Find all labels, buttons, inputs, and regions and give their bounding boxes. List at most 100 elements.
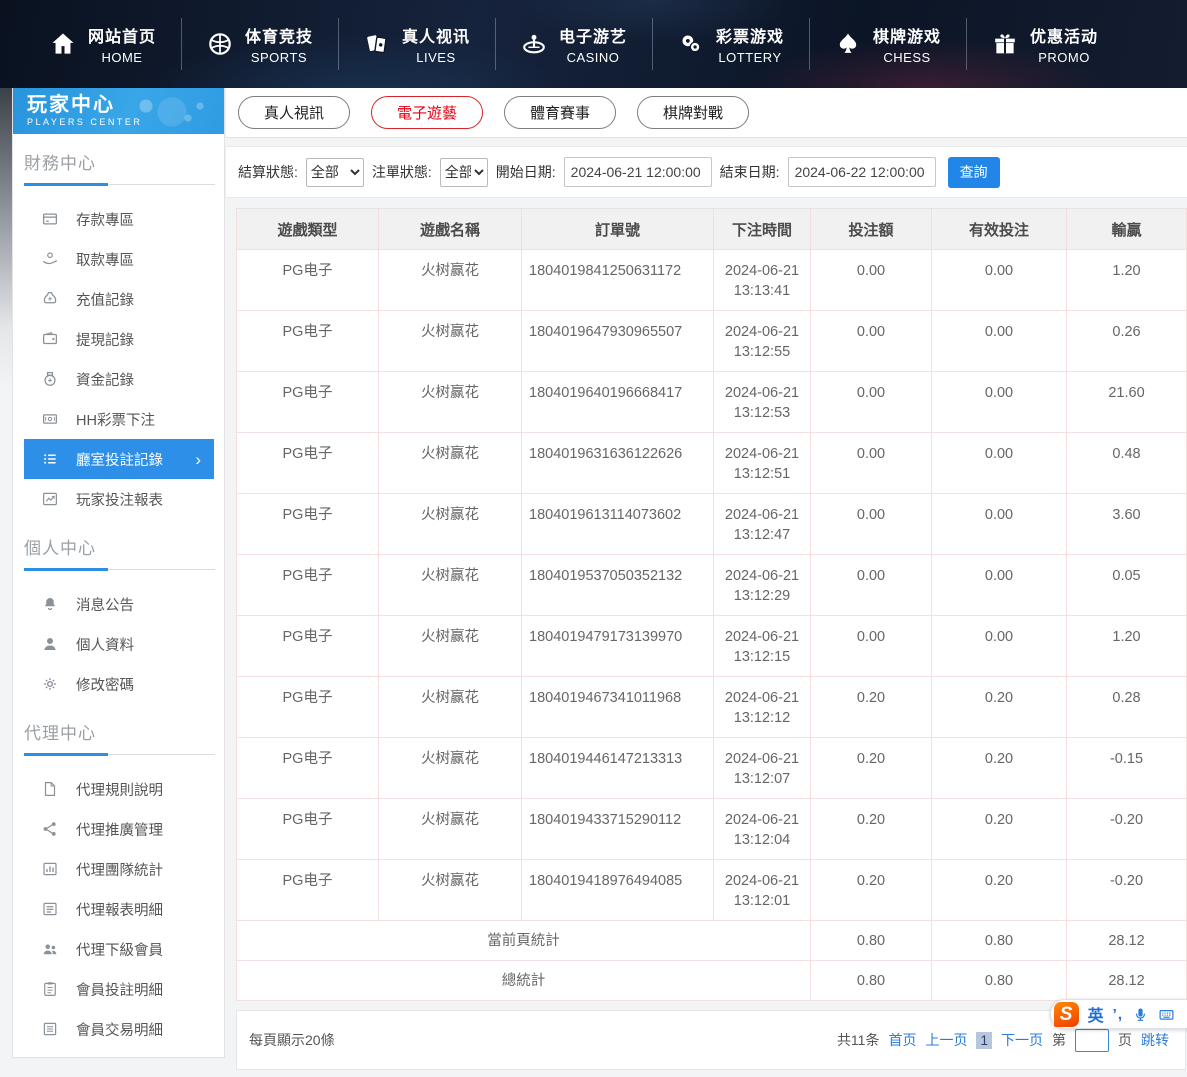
sidebar-item-profile[interactable]: 個人資料 bbox=[24, 624, 214, 664]
cell-valid-bet: 0.00 bbox=[932, 372, 1067, 433]
column-header-win-loss: 輸贏 bbox=[1067, 209, 1187, 250]
order-status-label: 注單狀態: bbox=[372, 162, 432, 182]
cell-bet-amount: 0.00 bbox=[811, 433, 932, 494]
nav-item-lives[interactable]: 真人视讯LIVES bbox=[338, 0, 495, 88]
cell-bet-time: 2024-06-21 13:13:41 bbox=[714, 250, 811, 311]
cell-order-no: 1804019631636122626 bbox=[522, 433, 714, 494]
nav-item-sports[interactable]: 体育竞技 SPORTS bbox=[181, 0, 338, 88]
summary-valid-bet: 0.80 bbox=[932, 961, 1067, 1001]
sidebar-section-2: 代理中心代理規則說明代理推廣管理代理團隊統計代理報表明細代理下級會員會員投註明細… bbox=[13, 719, 224, 1049]
cell-order-no: 1804019479173139970 bbox=[522, 616, 714, 677]
ime-punctuation-toggle[interactable]: ’, bbox=[1113, 1006, 1123, 1023]
tab-electronic-games[interactable]: 電子遊藝 bbox=[371, 96, 483, 129]
sidebar-item-agent-team-stats[interactable]: 代理團隊統計 bbox=[24, 849, 214, 889]
prev-page-link[interactable]: 上一页 bbox=[925, 1030, 967, 1050]
sidebar-item-agent-report-detail[interactable]: 代理報表明細 bbox=[24, 889, 214, 929]
nav-label-zh: 体育竞技 bbox=[245, 23, 313, 47]
sogou-logo-icon[interactable]: S bbox=[1054, 1002, 1079, 1027]
member-trans-icon bbox=[41, 1020, 59, 1038]
end-date-input[interactable] bbox=[788, 157, 936, 187]
sidebar-item-label: 修改密碼 bbox=[76, 674, 134, 695]
cell-game-name: 火树赢花 bbox=[379, 433, 522, 494]
search-button[interactable]: 查詢 bbox=[948, 157, 1000, 188]
nav-item-promo[interactable]: 优惠活动PROMO bbox=[966, 0, 1123, 88]
sidebar-item-player-bet-report[interactable]: 玩家投注報表 bbox=[24, 479, 214, 519]
home-icon bbox=[49, 30, 77, 58]
sidebar-item-room-bet-records[interactable]: 廳室投註記錄› bbox=[24, 439, 214, 479]
cell-order-no: 1804019418976494085 bbox=[522, 860, 714, 921]
sidebar-item-deposit[interactable]: 存款專區 bbox=[24, 199, 214, 239]
sidebar-item-member-bet-detail[interactable]: 會員投註明細 bbox=[24, 969, 214, 1009]
table-row: PG电子火树赢花18040196479309655072024-06-21 13… bbox=[237, 311, 1187, 372]
cell-bet-amount: 0.00 bbox=[811, 616, 932, 677]
nav-item-chess[interactable]: 棋牌游戏CHESS bbox=[809, 0, 966, 88]
chess-icon bbox=[834, 30, 862, 58]
next-page-link[interactable]: 下一页 bbox=[1001, 1030, 1043, 1050]
nav-item-home[interactable]: 网站首页HOME bbox=[24, 0, 181, 88]
cell-bet-time: 2024-06-21 13:12:53 bbox=[714, 372, 811, 433]
column-header-valid-bet: 有效投注 bbox=[932, 209, 1067, 250]
cell-bet-time: 2024-06-21 13:12:55 bbox=[714, 311, 811, 372]
cell-order-no: 1804019537050352132 bbox=[522, 555, 714, 616]
table-row: PG电子火树赢花18040194337152901122024-06-21 13… bbox=[237, 799, 1187, 860]
deposit-icon bbox=[41, 210, 59, 228]
promo-icon bbox=[991, 30, 1019, 58]
nav-item-lottery[interactable]: 彩票游戏LOTTERY bbox=[652, 0, 809, 88]
sidebar-item-member-transaction-detail[interactable]: 會員交易明細 bbox=[24, 1009, 214, 1049]
microphone-icon[interactable] bbox=[1132, 1006, 1149, 1023]
cell-game-name: 火树赢花 bbox=[379, 738, 522, 799]
sidebar-item-announcements[interactable]: 消息公告 bbox=[24, 584, 214, 624]
nav-label-en: HOME bbox=[101, 50, 142, 65]
nav-label-en: LOTTERY bbox=[718, 50, 781, 65]
report-detail-icon bbox=[41, 900, 59, 918]
sidebar-item-label: 代理規則說明 bbox=[76, 779, 163, 800]
current-page-summary-row: 當前頁統計0.800.8028.12 bbox=[237, 921, 1187, 961]
cell-bet-amount: 0.00 bbox=[811, 494, 932, 555]
sidebar-item-agent-promotion[interactable]: 代理推廣管理 bbox=[24, 809, 214, 849]
current-page-number: 1 bbox=[976, 1032, 992, 1049]
sidebar-item-recharge-record[interactable]: 充值記錄 bbox=[24, 279, 214, 319]
jump-button[interactable]: 跳转 bbox=[1141, 1030, 1169, 1050]
start-date-input[interactable] bbox=[564, 157, 712, 187]
sidebar-item-withdrawal-record[interactable]: 提現記錄 bbox=[24, 319, 214, 359]
bet-records-table-panel: 遊戲類型遊戲名稱訂單號下注時間投注額有效投注輸贏 PG电子火树赢花1804019… bbox=[236, 208, 1186, 1001]
tab-live-video[interactable]: 真人視訊 bbox=[238, 96, 350, 129]
cell-win-loss: 1.20 bbox=[1067, 250, 1187, 311]
cell-order-no: 1804019446147213313 bbox=[522, 738, 714, 799]
sidebar-item-hh-lottery-bets[interactable]: HH彩票下注 bbox=[24, 399, 214, 439]
sidebar-item-label: 會員投註明細 bbox=[76, 979, 163, 1000]
tab-chess-battle[interactable]: 棋牌對戰 bbox=[637, 96, 749, 129]
cell-win-loss: 0.05 bbox=[1067, 555, 1187, 616]
end-date-label: 結束日期: bbox=[720, 162, 780, 182]
sidebar-item-withdraw[interactable]: 取款專區 bbox=[24, 239, 214, 279]
sidebar-item-label: 個人資料 bbox=[76, 634, 134, 655]
recharge-icon bbox=[41, 290, 59, 308]
sidebar-item-label: 玩家投注報表 bbox=[76, 489, 163, 510]
nav-item-casino[interactable]: 电子游艺CASINO bbox=[495, 0, 652, 88]
first-page-link[interactable]: 首页 bbox=[888, 1030, 916, 1050]
sidebar-item-change-password[interactable]: 修改密碼 bbox=[24, 664, 214, 704]
cell-game-type: PG电子 bbox=[237, 677, 379, 738]
settle-status-select[interactable]: 全部 bbox=[306, 158, 364, 187]
cell-valid-bet: 0.00 bbox=[932, 494, 1067, 555]
sidebar-item-agent-rules[interactable]: 代理規則說明 bbox=[24, 769, 214, 809]
section-underline bbox=[13, 183, 224, 186]
ime-language-toggle[interactable]: 英 bbox=[1088, 1002, 1104, 1026]
cell-valid-bet: 0.20 bbox=[932, 860, 1067, 921]
sidebar-item-label: 會員交易明細 bbox=[76, 1019, 163, 1040]
nav-label-en: SPORTS bbox=[251, 50, 307, 65]
sidebar-item-agent-sub-members[interactable]: 代理下級會員 bbox=[24, 929, 214, 969]
hh-lottery-icon bbox=[41, 410, 59, 428]
summary-win-loss: 28.12 bbox=[1067, 921, 1187, 961]
summary-bet-amount: 0.80 bbox=[811, 921, 932, 961]
order-status-select[interactable]: 全部 bbox=[440, 158, 488, 187]
tab-sports-events[interactable]: 體育賽事 bbox=[504, 96, 616, 129]
sidebar-item-funds-record[interactable]: 資金記錄 bbox=[24, 359, 214, 399]
casino-icon bbox=[520, 30, 548, 58]
cell-win-loss: -0.20 bbox=[1067, 860, 1187, 921]
nav-label-en: PROMO bbox=[1038, 50, 1090, 65]
keyboard-icon[interactable] bbox=[1158, 1006, 1175, 1023]
cell-bet-time: 2024-06-21 13:12:47 bbox=[714, 494, 811, 555]
cell-win-loss: 0.28 bbox=[1067, 677, 1187, 738]
jump-page-input[interactable] bbox=[1075, 1029, 1109, 1052]
